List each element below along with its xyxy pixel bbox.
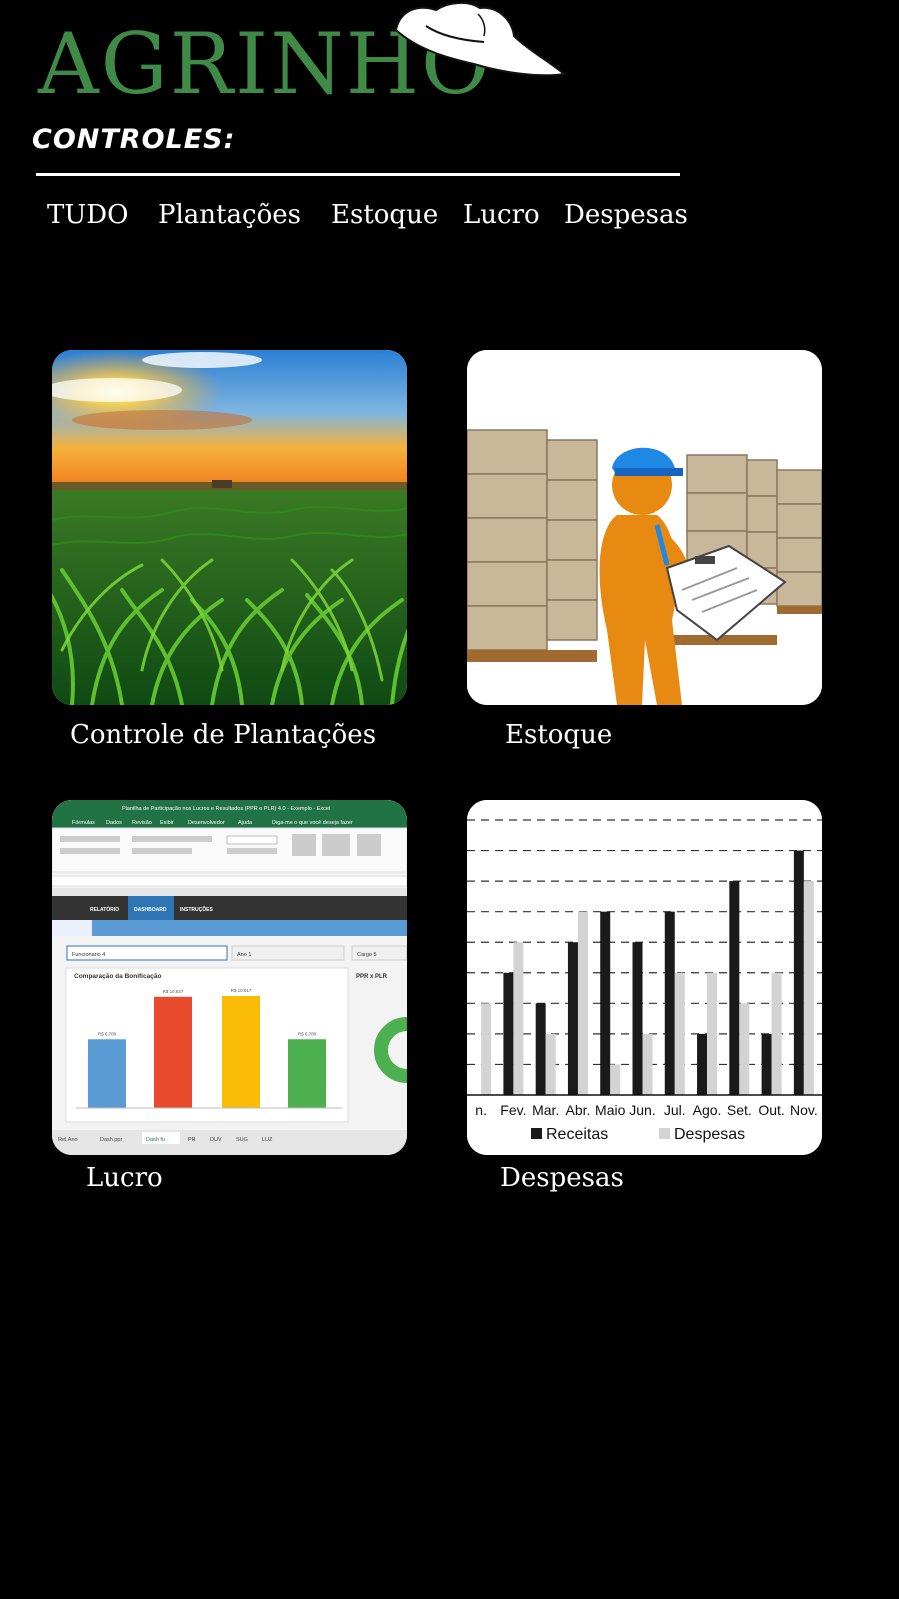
nav-item-despesas[interactable]: Despesas: [564, 200, 688, 230]
bonus-bar-label: R$ 10.917: [231, 988, 252, 993]
bottom-sheet-tab: PR: [188, 1137, 196, 1143]
sheet-tab: DASHBOARD: [134, 907, 167, 913]
chart-tick-label: Jul.: [664, 1102, 686, 1118]
chart-tick-label: Jun.: [629, 1102, 655, 1118]
filter-employee: Funcionario 4: [72, 952, 105, 958]
bottom-sheet-tab: Dash.ppr: [100, 1137, 122, 1143]
chart-tick-label: n.: [475, 1102, 487, 1118]
chart-bar-receitas: [793, 850, 804, 1095]
chart-tick-label: Nov.: [790, 1102, 818, 1118]
chart-bar-despesas: [545, 1033, 556, 1095]
chart-tick-label: Set.: [727, 1102, 752, 1118]
ribbon-tab: Dados: [106, 820, 122, 826]
bonus-bar-label: R$ 6.700: [98, 1031, 117, 1036]
chart-bar-despesas: [803, 881, 814, 1095]
tell-me: Diga-me o que você deseja fazer: [272, 820, 353, 826]
revenue-expense-chart: n. Fev. Mar. Abr. Maio Jun. Jul. Ago. Set. Out. No…: [467, 800, 822, 1155]
bonus-bar-label: R$ 10.837: [163, 989, 184, 994]
nav-item-plantacoes[interactable]: Plantações: [158, 200, 301, 230]
bonus-bar: [154, 996, 192, 1108]
chart-bar-receitas: [761, 1033, 772, 1095]
chart-tick-label: Mar.: [532, 1102, 559, 1118]
chart-bar-despesas: [577, 911, 588, 1095]
bonus-bar: [88, 1039, 126, 1108]
filter-year: Ano 1: [237, 952, 251, 958]
side-title: PPR x PLR: [356, 974, 388, 980]
ribbon-tab: Exibir: [160, 820, 174, 826]
chart-tick-label: Maio: [595, 1102, 626, 1118]
chart-bar-receitas: [664, 911, 675, 1095]
chart-bar-despesas: [481, 1003, 492, 1095]
sheet-tab: INSTRUÇÕES: [180, 906, 213, 913]
warehouse-worker-image: [467, 350, 822, 705]
ribbon-tab: Revisão: [132, 820, 152, 826]
chart-bar-despesas: [707, 972, 718, 1095]
card-caption-despesas: Despesas: [500, 1163, 624, 1193]
chart-bar-receitas: [503, 972, 514, 1095]
section-title: CONTROLES:: [32, 124, 236, 155]
bottom-sheet-tab: DUV: [210, 1137, 222, 1143]
chart-bar-despesas: [771, 972, 782, 1095]
divider: [36, 173, 680, 176]
chart-bar-despesas: [642, 1033, 653, 1095]
filter-nav: TUDO Plantações Estoque Lucro Despesas: [0, 200, 899, 240]
bonus-bar-label: R$ 6.700: [298, 1031, 317, 1036]
bottom-sheet-tab: Rel.Ano: [58, 1137, 78, 1143]
filter-role: Cargo 5: [357, 952, 377, 958]
ribbon-tab: Desenvolvedor: [188, 820, 225, 826]
legend-swatch: [531, 1128, 542, 1139]
chart-bar-receitas: [567, 942, 578, 1095]
chart-tick-label: Abr.: [566, 1102, 591, 1118]
chart-tick-label: Ago.: [693, 1102, 722, 1118]
bonus-bar: [288, 1039, 326, 1108]
card-caption-plantacoes: Controle de Plantações: [70, 720, 377, 750]
chart-bar-receitas: [729, 881, 740, 1095]
bottom-sheet-tab: LUZ: [262, 1137, 273, 1143]
chart-tick-label: Fev.: [500, 1102, 526, 1118]
spreadsheet-titlebar: Planilha de Participação nos Lucros e Re…: [122, 806, 330, 812]
chart-bar-despesas: [513, 942, 524, 1095]
card-despesas[interactable]: n. Fev. Mar. Abr. Maio Jun. Jul. Ago. Set. Out. No…: [467, 800, 822, 1155]
chart-bar-receitas: [632, 942, 643, 1095]
card-estoque[interactable]: [467, 350, 822, 705]
chart-tick-label: Out.: [758, 1102, 784, 1118]
chart-bar-despesas: [674, 972, 685, 1095]
bonus-bar: [222, 996, 260, 1108]
card-caption-estoque: Estoque: [505, 720, 613, 750]
cowboy-hat-icon: [394, 2, 567, 77]
corn-field-image: [52, 350, 407, 705]
chart-bar-receitas: [697, 1033, 708, 1095]
card-lucro[interactable]: Planilha de Participação nos Lucros e Re…: [52, 800, 407, 1155]
legend-swatch: [659, 1128, 670, 1139]
chart-bar-receitas: [535, 1003, 546, 1095]
nav-item-estoque[interactable]: Estoque: [331, 200, 438, 230]
card-plantacoes[interactable]: [52, 350, 407, 705]
legend-label: Receitas: [546, 1126, 608, 1143]
ribbon-tab: Fórmulas: [72, 820, 95, 826]
card-caption-lucro: Lucro: [86, 1163, 163, 1193]
bottom-sheet-tab: SUG: [236, 1137, 248, 1143]
logo: AGRINHO: [38, 0, 567, 120]
chart-bar-receitas: [600, 911, 611, 1095]
ribbon-tab: Ajuda: [238, 820, 253, 826]
sheet-tab: RELATÓRIO: [90, 905, 119, 913]
chart-bar-despesas: [739, 1003, 750, 1095]
spreadsheet-image: Planilha de Participação nos Lucros e Re…: [52, 800, 407, 1155]
nav-item-tudo[interactable]: TUDO: [47, 200, 128, 230]
bottom-sheet-tab: Dash fu: [146, 1137, 165, 1143]
nav-item-lucro[interactable]: Lucro: [463, 200, 540, 230]
chart-title: Comparação da Bonificação: [74, 973, 161, 980]
legend-label: Despesas: [674, 1126, 745, 1143]
chart-bar-despesas: [610, 1064, 621, 1095]
